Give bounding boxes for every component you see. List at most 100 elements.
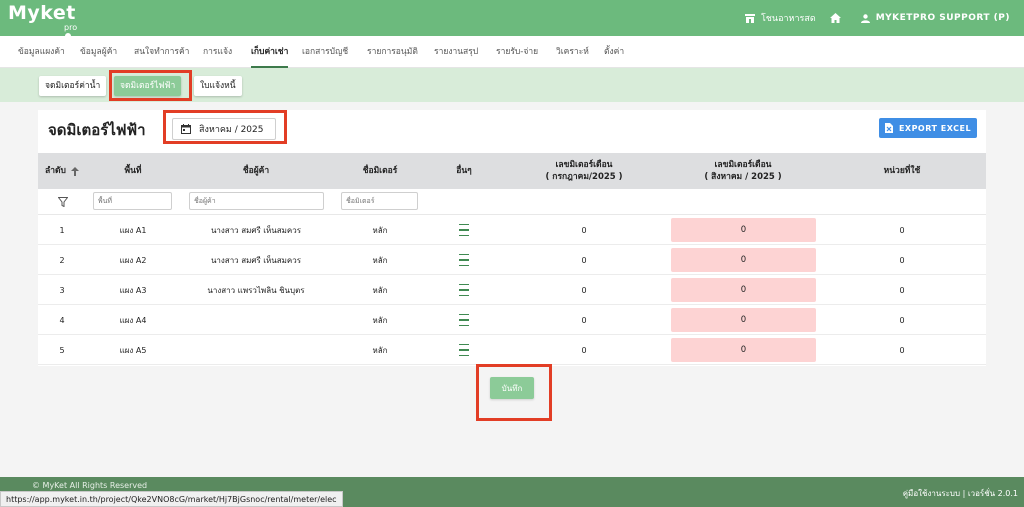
- table-row: 1 แผง A1 นางสาว สมศรี เห็นสมควร หลัก 0 0…: [38, 215, 986, 245]
- row-units: 0: [899, 285, 905, 295]
- logo-text: Myket: [8, 2, 76, 24]
- row-vendor: นางสาว แพรวไพลิน ชินบุตร: [207, 285, 305, 295]
- vendor-filter-input[interactable]: [189, 192, 324, 210]
- row-prev-meter: 0: [581, 255, 587, 265]
- table-row: 5 แผง A5 หลัก 0 0 0: [38, 335, 986, 365]
- top-bar: Myket pro โชนอาหารสด MYKETPRO SUPPORT (P…: [0, 0, 1024, 39]
- row-meter: หลัก: [372, 225, 388, 235]
- row-vendor: [180, 335, 332, 365]
- save-button[interactable]: บันทึก: [490, 377, 534, 399]
- current-meter-input[interactable]: 0: [671, 248, 816, 272]
- menu-item-analysis[interactable]: วิเคราะห์: [556, 36, 589, 68]
- row-area: แผง A3: [119, 285, 147, 295]
- user-menu[interactable]: MYKETPRO SUPPORT (P): [860, 13, 1010, 23]
- row-area: แผง A1: [119, 225, 147, 235]
- row-no: 5: [59, 345, 65, 355]
- main-menu: ข้อมูลแผงค้า ข้อมูลผู้ค้า สนใจทำการค้า ก…: [0, 36, 1024, 68]
- col-curr-meter-header: เลขมิเตอร์เดือน ( สิงหาคม / 2025 ): [668, 153, 818, 189]
- row-no: 4: [59, 315, 65, 325]
- page-title: จดมิเตอร์ไฟฟ้า: [48, 121, 146, 139]
- sub-tab-bar: จดมิเตอร์ค่าน้ำ จดมิเตอร์ไฟฟ้า ใบแจ้งหนี…: [0, 68, 1024, 102]
- menu-item-rent-collection[interactable]: เก็บค่าเช่า: [251, 36, 289, 68]
- menu-icon[interactable]: [428, 335, 500, 365]
- menu-item-stalls[interactable]: ข้อมูลแผงค้า: [18, 36, 65, 68]
- menu-icon[interactable]: [428, 305, 500, 335]
- row-no: 3: [59, 285, 65, 295]
- col-no-label: ลำดับ: [45, 166, 66, 176]
- menu-item-summary-report[interactable]: รายงานสรุป: [434, 36, 478, 68]
- col-meter-header: ชื่อมิเตอร์: [362, 166, 398, 176]
- store-selector[interactable]: โชนอาหารสด: [744, 11, 816, 25]
- table-row: 4 แผง A4 หลัก 0 0 0: [38, 305, 986, 335]
- meter-filter-input[interactable]: [341, 192, 418, 210]
- menu-item-notifications[interactable]: การแจ้ง: [203, 36, 232, 68]
- tab-water-meter[interactable]: จดมิเตอร์ค่าน้ำ: [39, 76, 107, 96]
- col-curr-meter-line2: ( สิงหาคม / 2025 ): [704, 172, 782, 182]
- month-picker[interactable]: สิงหาคม / 2025: [172, 118, 276, 140]
- row-vendor: นางสาว สมศรี เห็นสมควร: [210, 225, 302, 235]
- month-value: สิงหาคม / 2025: [199, 125, 264, 135]
- row-meter: หลัก: [372, 285, 388, 295]
- row-no: 1: [59, 225, 65, 235]
- row-meter: หลัก: [372, 315, 388, 325]
- current-meter-input[interactable]: 0: [671, 338, 816, 362]
- logo[interactable]: Myket pro: [8, 2, 77, 39]
- row-vendor: [180, 305, 332, 335]
- store-icon: [744, 13, 755, 23]
- col-prev-meter-line1: เลขมิเตอร์เดือน: [555, 160, 613, 170]
- row-area: แผง A5: [119, 345, 147, 355]
- user-label: MYKETPRO SUPPORT (P): [875, 13, 1010, 23]
- menu-item-approvals[interactable]: รายการอนุมัติ: [367, 36, 418, 68]
- row-units: 0: [899, 255, 905, 265]
- table-row: 3 แผง A3 นางสาว แพรวไพลิน ชินบุตร หลัก 0…: [38, 275, 986, 305]
- footer-manual-version[interactable]: คู่มือใช้งานระบบ | เวอร์ชั่น 2.0.1: [903, 487, 1018, 500]
- row-meter: หลัก: [372, 255, 388, 265]
- row-prev-meter: 0: [581, 225, 587, 235]
- menu-item-income-expense[interactable]: รายรับ-จ่าย: [496, 36, 538, 68]
- menu-item-settings[interactable]: ตั้งค่า: [604, 36, 624, 68]
- filter-row: [38, 189, 986, 215]
- home-button[interactable]: [829, 13, 847, 23]
- footer-copyright: © MyKet All Rights Reserved: [32, 481, 148, 490]
- excel-file-icon: [884, 123, 893, 133]
- menu-item-vendors[interactable]: ข้อมูลผู้ค้า: [80, 36, 117, 68]
- menu-item-interested[interactable]: สนใจทำการค้า: [134, 36, 189, 68]
- row-prev-meter: 0: [581, 345, 587, 355]
- table-header: ลำดับ พื้นที่ ชื่อผู้ค้า ชื่อมิเตอร์ อื่…: [38, 153, 986, 189]
- col-area-header: พื้นที่: [124, 166, 142, 176]
- row-units: 0: [899, 345, 905, 355]
- col-other-header: อื่นๆ: [456, 166, 472, 176]
- calendar-icon: [181, 124, 191, 134]
- row-prev-meter: 0: [581, 285, 587, 295]
- store-name: โชนอาหารสด: [760, 14, 816, 24]
- user-icon: [860, 13, 870, 23]
- row-units: 0: [899, 225, 905, 235]
- col-units-header: หน่วยที่ใช้: [883, 166, 921, 176]
- filter-icon[interactable]: [58, 197, 68, 207]
- col-no-header[interactable]: ลำดับ: [38, 153, 86, 189]
- row-area: แผง A2: [119, 255, 147, 265]
- current-meter-input[interactable]: 0: [671, 278, 816, 302]
- row-units: 0: [899, 315, 905, 325]
- col-prev-meter-header: เลขมิเตอร์เดือน ( กรกฎาคม/2025 ): [500, 153, 668, 189]
- tab-invoice[interactable]: ใบแจ้งหนี้: [194, 76, 242, 96]
- row-prev-meter: 0: [581, 315, 587, 325]
- menu-icon[interactable]: [428, 245, 500, 275]
- current-meter-input[interactable]: 0: [671, 308, 816, 332]
- row-vendor: นางสาว สมศรี เห็นสมควร: [210, 255, 302, 265]
- area-filter-input[interactable]: [93, 192, 172, 210]
- col-vendor-header: ชื่อผู้ค้า: [242, 166, 270, 176]
- row-area: แผง A4: [119, 315, 147, 325]
- menu-icon[interactable]: [428, 215, 500, 245]
- row-meter: หลัก: [372, 345, 388, 355]
- home-icon: [829, 13, 841, 23]
- menu-item-accounting-docs[interactable]: เอกสารบัญชี: [302, 36, 348, 68]
- current-meter-input[interactable]: 0: [671, 218, 816, 242]
- tab-electric-meter[interactable]: จดมิเตอร์ไฟฟ้า: [114, 76, 182, 96]
- menu-icon[interactable]: [428, 275, 500, 305]
- col-prev-meter-line2: ( กรกฎาคม/2025 ): [545, 172, 623, 182]
- meter-card: จดมิเตอร์ไฟฟ้า สิงหาคม / 2025 EXPORT EXC…: [38, 110, 986, 366]
- status-url: https://app.myket.in.th/project/Qke2VNO8…: [0, 491, 343, 507]
- table-row: 2 แผง A2 นางสาว สมศรี เห็นสมควร หลัก 0 0…: [38, 245, 986, 275]
- export-excel-button[interactable]: EXPORT EXCEL: [879, 118, 977, 138]
